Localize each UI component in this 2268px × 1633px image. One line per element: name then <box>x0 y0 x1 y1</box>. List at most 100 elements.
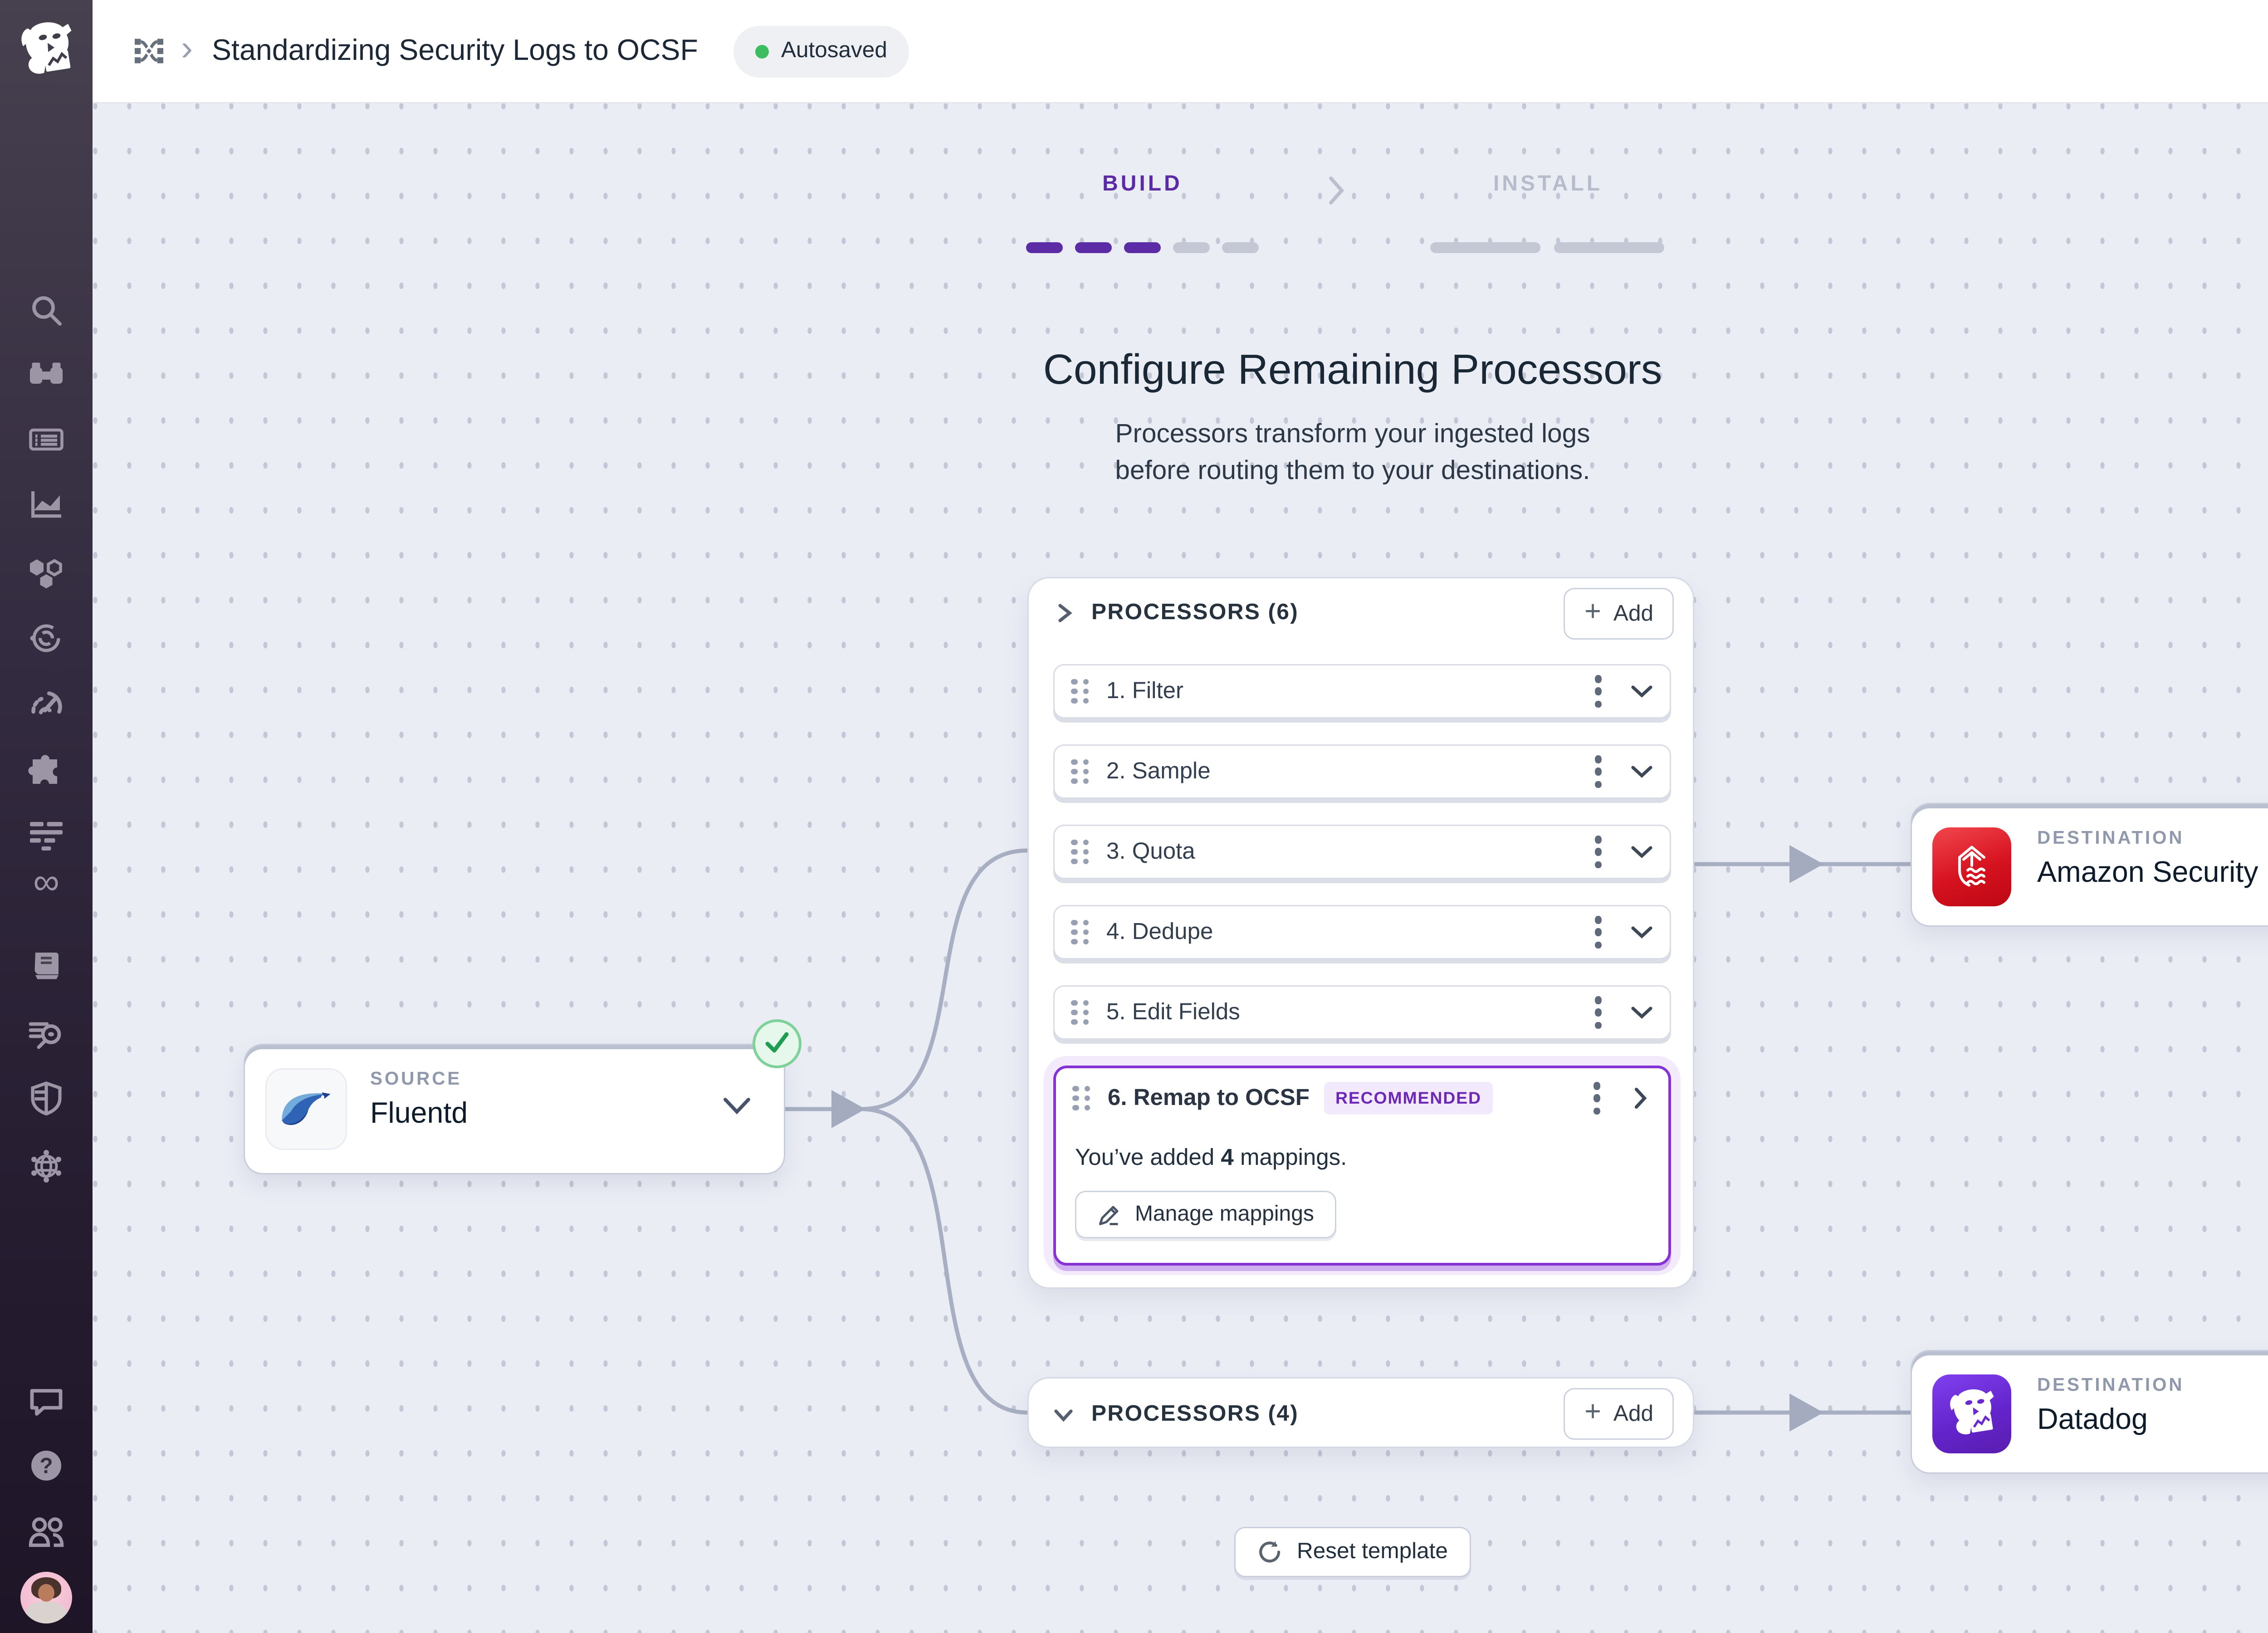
log-stream-icon[interactable] <box>26 419 67 460</box>
processor-group-bottom-header[interactable]: PROCESSORS (4) <box>1053 1379 1299 1449</box>
add-label: Add <box>1613 1401 1653 1427</box>
fluentd-logo-icon <box>265 1068 347 1150</box>
page-title: Standardizing Security Logs to OCSF <box>212 34 698 68</box>
chevron-down-icon[interactable] <box>1630 925 1653 939</box>
autosaved-badge: Autosaved <box>733 25 909 77</box>
user-avatar[interactable] <box>20 1572 72 1623</box>
step-build[interactable]: BUILD <box>1026 173 1259 197</box>
kebab-menu-icon[interactable] <box>1595 675 1602 708</box>
drag-handle-icon[interactable] <box>1071 1000 1089 1026</box>
reset-template-button[interactable]: Reset template <box>1234 1527 1471 1577</box>
metrics-chart-icon[interactable] <box>26 483 67 524</box>
processor-label: 2. Sample <box>1106 758 1211 785</box>
mappings-count: 4 <box>1221 1144 1233 1170</box>
plus-icon: + <box>1584 1396 1601 1429</box>
reset-template-label: Reset template <box>1297 1539 1448 1565</box>
drag-handle-icon[interactable] <box>1072 1085 1090 1111</box>
manage-mappings-button[interactable]: Manage mappings <box>1075 1191 1336 1238</box>
search-icon[interactable] <box>26 290 67 331</box>
network-globe-icon[interactable] <box>26 1146 67 1187</box>
help-icon[interactable]: ? <box>26 1445 67 1486</box>
chat-icon[interactable] <box>26 1381 67 1422</box>
plus-icon: + <box>1584 596 1601 629</box>
chevron-down-icon[interactable] <box>1630 845 1653 859</box>
ci-circle-icon[interactable] <box>26 618 67 659</box>
connector-arrow-icon <box>831 1090 865 1128</box>
pipelines-breadcrumb-icon[interactable] <box>133 35 165 67</box>
amazon-security-lake-logo-icon <box>1932 827 2011 906</box>
breadcrumb-chevron-icon: › <box>181 27 193 69</box>
notebook-icon[interactable] <box>26 946 67 987</box>
observability-pipelines-icon[interactable] <box>26 814 67 855</box>
chevron-right-icon[interactable] <box>1053 602 1074 623</box>
destination-type-label: DESTINATION <box>2037 827 2184 848</box>
drag-handle-icon[interactable] <box>1071 919 1089 945</box>
chevron-down-icon[interactable] <box>723 1097 751 1115</box>
svg-text:?: ? <box>39 1454 53 1478</box>
processor-row-sample[interactable]: 2. Sample <box>1053 744 1671 799</box>
canvas-subtitle-line1: Processors transform your ingested logs <box>93 419 2268 450</box>
integrations-puzzle-icon[interactable] <box>26 751 67 792</box>
source-node-fluentd[interactable]: SOURCE Fluentd <box>244 1044 785 1174</box>
autosaved-status-dot <box>755 44 769 58</box>
kebab-menu-icon[interactable] <box>1595 916 1602 949</box>
destination-node-amazon-security-lake[interactable]: DESTINATION Amazon Security Lake <box>1911 803 2268 927</box>
autosaved-label: Autosaved <box>781 38 887 64</box>
processor-group-bottom-title: PROCESSORS (4) <box>1091 1401 1299 1427</box>
add-processor-button-bottom[interactable]: + Add <box>1564 1388 1674 1440</box>
drag-handle-icon[interactable] <box>1071 759 1089 785</box>
kebab-menu-icon[interactable] <box>1595 755 1602 788</box>
kebab-menu-icon[interactable] <box>1595 836 1602 868</box>
drag-handle-icon[interactable] <box>1071 839 1089 865</box>
organization-icon[interactable] <box>26 1512 67 1553</box>
step-install[interactable]: INSTALL <box>1430 173 1666 197</box>
mappings-summary-text: You’ve added 4 mappings. <box>1075 1144 1649 1172</box>
topbar: › Standardizing Security Logs to OCSF Au… <box>93 0 2268 103</box>
processor-row-dedupe[interactable]: 4. Dedupe <box>1053 905 1671 959</box>
kebab-menu-icon[interactable] <box>1595 996 1602 1029</box>
ci-cd-infinity-icon[interactable]: ∞ <box>26 861 67 902</box>
canvas-subtitle-line2: before routing them to your destinations… <box>93 456 2268 487</box>
service-hexagons-icon[interactable] <box>26 551 67 592</box>
watchdog-binoculars-icon[interactable] <box>26 354 67 395</box>
processor-label: 6. Remap to OCSF <box>1108 1085 1310 1112</box>
sidebar: ∞ ? <box>0 0 93 1633</box>
chevron-down-icon[interactable] <box>1630 1006 1653 1019</box>
destination-name: Datadog <box>2037 1403 2148 1437</box>
processor-label: 1. Filter <box>1106 678 1183 705</box>
chevron-down-icon[interactable] <box>1630 765 1653 778</box>
pipeline-canvas[interactable]: BUILD INSTALL Configure Remaining Proces… <box>93 102 2268 1633</box>
destination-name: Amazon Security Lake <box>2037 856 2268 890</box>
processor-row-filter[interactable]: 1. Filter <box>1053 664 1671 719</box>
processor-row-edit-fields[interactable]: 5. Edit Fields <box>1053 985 1671 1040</box>
chevron-down-icon[interactable] <box>1630 684 1653 698</box>
processor-group-top-header[interactable]: PROCESSORS (6) <box>1053 578 1299 646</box>
add-processor-button-top[interactable]: + Add <box>1564 588 1674 640</box>
chevron-down-icon[interactable] <box>1053 1404 1074 1424</box>
drag-handle-icon[interactable] <box>1071 679 1089 704</box>
refresh-icon <box>1257 1539 1283 1565</box>
build-progress-segments <box>1026 242 1259 253</box>
canvas-heading: Configure Remaining Processors <box>93 346 2268 395</box>
destination-node-datadog[interactable]: DESTINATION Datadog <box>1911 1350 2268 1474</box>
processor-label: 3. Quota <box>1106 838 1195 865</box>
processor-label: 4. Dedupe <box>1106 919 1213 946</box>
observability-pipelines-app: ∞ ? › Standardizing Security Logs to OCS… <box>0 0 2268 1633</box>
processor-row-remap-ocsf-selected[interactable]: 6. Remap to OCSF RECOMMENDED You’ve adde… <box>1053 1066 1671 1266</box>
processor-row-quota[interactable]: 3. Quota <box>1053 825 1671 879</box>
manage-mappings-label: Manage mappings <box>1135 1203 1314 1227</box>
kebab-menu-icon[interactable] <box>1593 1082 1600 1115</box>
datadog-logo-icon[interactable] <box>14 18 79 83</box>
security-shield-icon[interactable] <box>26 1078 67 1119</box>
install-progress-segments <box>1430 242 1664 253</box>
source-configured-check-icon <box>753 1019 802 1068</box>
log-explorer-icon[interactable] <box>26 1012 67 1053</box>
dashboard-gauge-icon[interactable] <box>26 683 67 724</box>
chevron-right-icon[interactable] <box>1634 1087 1647 1110</box>
destination-type-label: DESTINATION <box>2037 1374 2184 1395</box>
datadog-logo-icon <box>1932 1374 2011 1453</box>
connector-arrow-icon <box>1789 845 1823 883</box>
pencil-icon <box>1097 1203 1121 1227</box>
source-type-label: SOURCE <box>370 1068 462 1089</box>
processor-label: 5. Edit Fields <box>1106 999 1240 1026</box>
